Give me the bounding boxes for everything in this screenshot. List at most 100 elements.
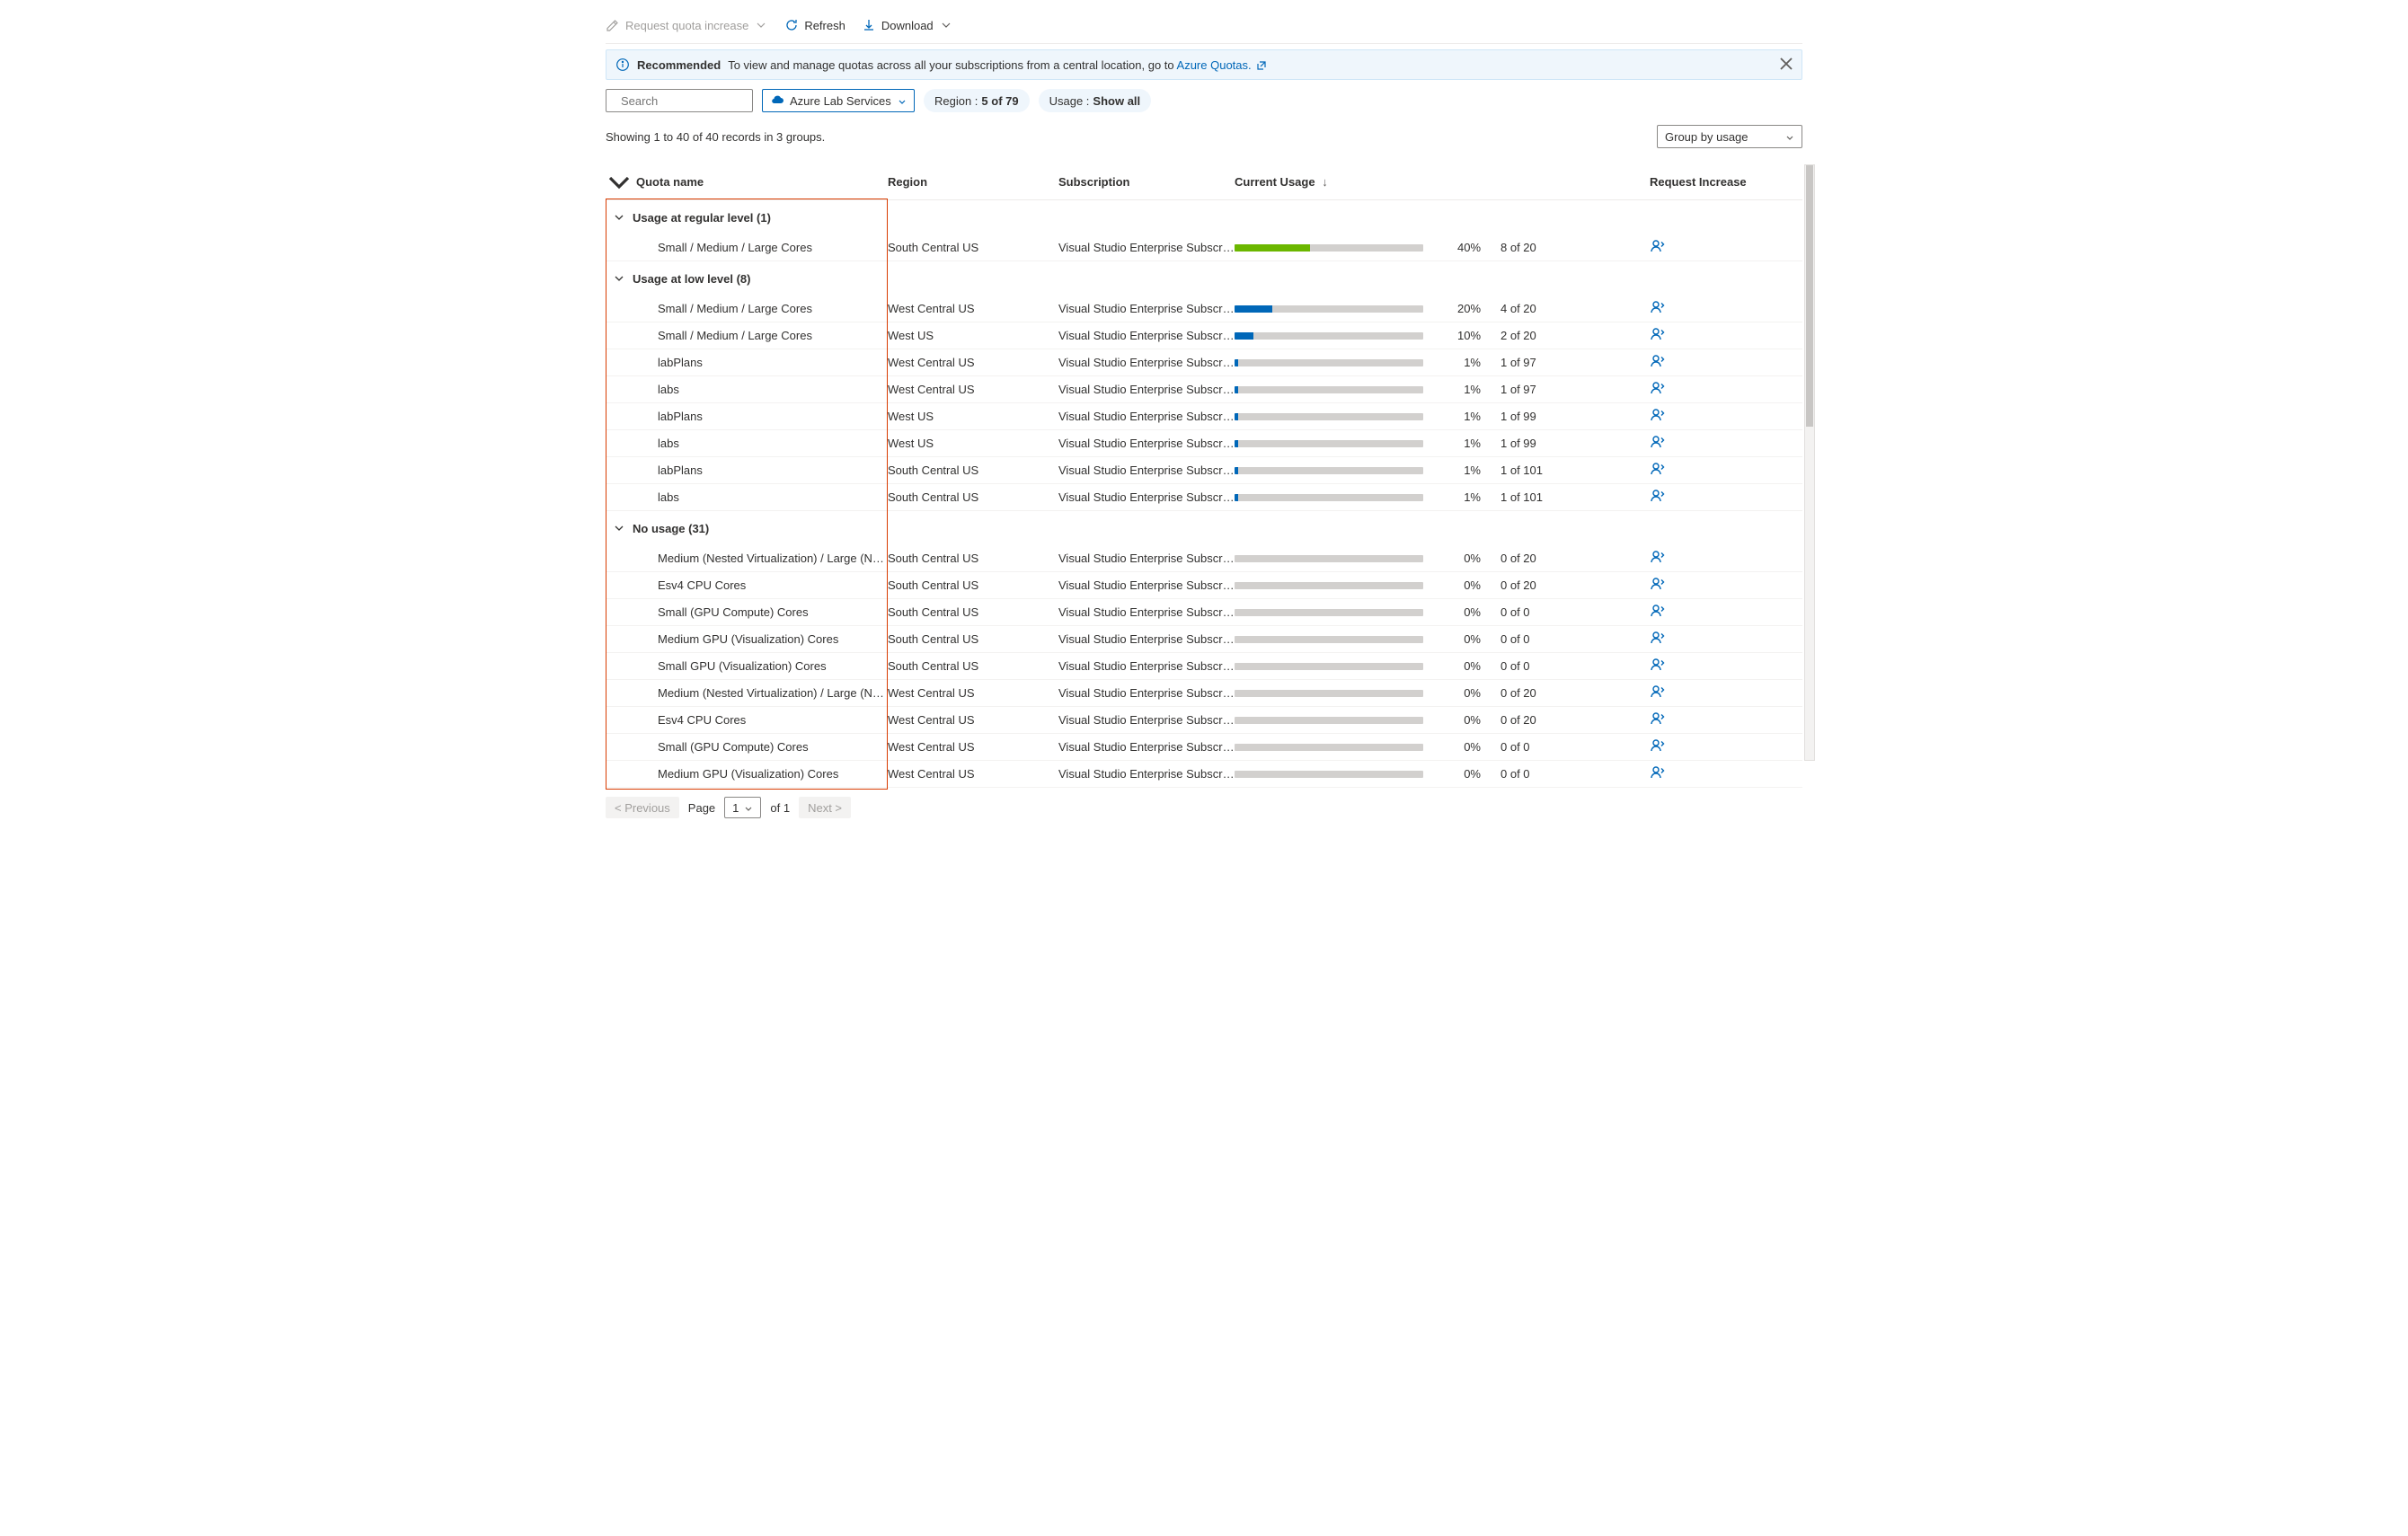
table-row[interactable]: Medium GPU (Visualization) CoresWest Cen…: [606, 761, 1802, 788]
cell-region: West Central US: [888, 740, 1058, 754]
refresh-button[interactable]: Refresh: [784, 18, 845, 32]
cell-usage-percent: 1%: [1457, 410, 1486, 423]
chevron-down-icon: [1785, 132, 1794, 141]
cell-usage-value: 0 of 0: [1486, 767, 1650, 781]
table-row[interactable]: Small / Medium / Large CoresWest Central…: [606, 296, 1802, 322]
cell-quota-name: Small GPU (Visualization) Cores: [633, 659, 888, 673]
cell-subscription: Visual Studio Enterprise Subscri…: [1058, 659, 1235, 673]
cell-region: West Central US: [888, 356, 1058, 369]
cell-usage-value: 4 of 20: [1486, 302, 1650, 315]
search-input[interactable]: [606, 89, 753, 112]
info-icon: [615, 57, 630, 72]
cell-region: South Central US: [888, 605, 1058, 619]
cell-usage-value: 1 of 101: [1486, 463, 1650, 477]
provider-dropdown[interactable]: Azure Lab Services: [762, 89, 915, 112]
azure-quotas-link[interactable]: Azure Quotas.: [1177, 58, 1252, 72]
col-header-subscription[interactable]: Subscription: [1058, 175, 1235, 189]
summary-row: Showing 1 to 40 of 40 records in 3 group…: [606, 125, 1802, 148]
group-by-dropdown[interactable]: Group by usage: [1657, 125, 1802, 148]
request-increase-button[interactable]: [1650, 770, 1666, 783]
table-row[interactable]: labsWest USVisual Studio Enterprise Subs…: [606, 430, 1802, 457]
cell-usage-bar: [1235, 690, 1457, 697]
cell-subscription: Visual Studio Enterprise Subscri…: [1058, 302, 1235, 315]
region-filter-label: Region :: [934, 94, 978, 108]
cell-usage-bar: [1235, 244, 1457, 252]
cell-region: West Central US: [888, 767, 1058, 781]
banner-close-button[interactable]: [1778, 56, 1794, 72]
table-row[interactable]: labPlansSouth Central USVisual Studio En…: [606, 457, 1802, 484]
scrollbar-thumb[interactable]: [1806, 165, 1813, 427]
request-increase-button[interactable]: [1650, 412, 1666, 426]
request-increase-button[interactable]: [1650, 358, 1666, 372]
table-row[interactable]: Small / Medium / Large CoresSouth Centra…: [606, 234, 1802, 261]
usage-filter-pill[interactable]: Usage : Show all: [1039, 89, 1152, 112]
table-row[interactable]: Esv4 CPU CoresSouth Central USVisual Stu…: [606, 572, 1802, 599]
request-increase-button[interactable]: [1650, 305, 1666, 318]
cell-usage-bar: [1235, 413, 1457, 420]
pager-next-button[interactable]: Next >: [799, 797, 851, 818]
request-increase-button[interactable]: [1650, 608, 1666, 622]
table-row[interactable]: Small GPU (Visualization) CoresSouth Cen…: [606, 653, 1802, 680]
request-increase-button[interactable]: [1650, 689, 1666, 702]
table-row[interactable]: Medium (Nested Virtualization) / Large (…: [606, 680, 1802, 707]
cell-subscription: Visual Studio Enterprise Subscri…: [1058, 552, 1235, 565]
banner-strong: Recommended: [637, 58, 721, 72]
table-row[interactable]: Small (GPU Compute) CoresWest Central US…: [606, 734, 1802, 761]
region-filter-value: 5 of 79: [981, 94, 1018, 108]
table-row[interactable]: Medium (Nested Virtualization) / Large (…: [606, 545, 1802, 572]
cell-quota-name: labPlans: [633, 410, 888, 423]
chevron-down-icon: [754, 18, 768, 32]
request-increase-button[interactable]: [1650, 243, 1666, 257]
cell-quota-name: Small / Medium / Large Cores: [633, 241, 888, 254]
request-increase-button[interactable]: [1650, 635, 1666, 649]
expand-all-toggle[interactable]: [606, 169, 633, 196]
cell-usage-value: 0 of 0: [1486, 632, 1650, 646]
external-link-icon: [1256, 60, 1267, 71]
download-button[interactable]: Download: [862, 18, 953, 32]
col-header-request[interactable]: Request Increase: [1650, 175, 1747, 189]
cell-region: South Central US: [888, 241, 1058, 254]
chevron-down-icon: [939, 18, 953, 32]
chevron-down-icon: [606, 169, 633, 196]
request-increase-button[interactable]: [1650, 581, 1666, 595]
request-increase-button[interactable]: [1650, 466, 1666, 480]
vertical-scrollbar[interactable]: [1804, 164, 1815, 761]
table-row[interactable]: Esv4 CPU CoresWest Central USVisual Stud…: [606, 707, 1802, 734]
cell-usage-value: 0 of 0: [1486, 740, 1650, 754]
cell-usage-percent: 20%: [1457, 302, 1486, 315]
table-row[interactable]: labsWest Central USVisual Studio Enterpr…: [606, 376, 1802, 403]
col-header-usage[interactable]: Current Usage ↓: [1235, 175, 1457, 189]
table-row[interactable]: labPlansWest Central USVisual Studio Ent…: [606, 349, 1802, 376]
request-increase-button[interactable]: [1650, 493, 1666, 507]
region-filter-pill[interactable]: Region : 5 of 79: [924, 89, 1030, 112]
cell-usage-value: 1 of 101: [1486, 490, 1650, 504]
pager-page-select[interactable]: 1: [724, 797, 761, 818]
table-row[interactable]: Small / Medium / Large CoresWest USVisua…: [606, 322, 1802, 349]
pager-previous-button[interactable]: < Previous: [606, 797, 679, 818]
col-header-name[interactable]: Quota name: [633, 175, 888, 189]
cell-quota-name: Small / Medium / Large Cores: [633, 329, 888, 342]
request-increase-button[interactable]: [1650, 662, 1666, 675]
cell-quota-name: labs: [633, 437, 888, 450]
table-row[interactable]: labsSouth Central USVisual Studio Enterp…: [606, 484, 1802, 511]
cell-usage-percent: 0%: [1457, 659, 1486, 673]
table-row[interactable]: labPlansWest USVisual Studio Enterprise …: [606, 403, 1802, 430]
table-row[interactable]: Medium GPU (Visualization) CoresSouth Ce…: [606, 626, 1802, 653]
request-increase-button[interactable]: [1650, 439, 1666, 453]
request-increase-button[interactable]: [1650, 716, 1666, 729]
cell-subscription: Visual Studio Enterprise Subscri…: [1058, 632, 1235, 646]
group-header[interactable]: No usage (31): [606, 511, 1802, 545]
search-field[interactable]: [619, 93, 781, 109]
request-quota-increase-button[interactable]: Request quota increase: [606, 18, 768, 32]
group-header[interactable]: Usage at low level (8): [606, 261, 1802, 296]
request-increase-button[interactable]: [1650, 743, 1666, 756]
group-title: No usage (31): [633, 522, 709, 535]
request-increase-button[interactable]: [1650, 385, 1666, 399]
table-row[interactable]: Small (GPU Compute) CoresSouth Central U…: [606, 599, 1802, 626]
usage-filter-label: Usage :: [1049, 94, 1090, 108]
request-increase-button[interactable]: [1650, 554, 1666, 568]
request-increase-button[interactable]: [1650, 331, 1666, 345]
group-header[interactable]: Usage at regular level (1): [606, 200, 1802, 234]
cell-usage-value: 1 of 99: [1486, 437, 1650, 450]
col-header-region[interactable]: Region: [888, 175, 1058, 189]
